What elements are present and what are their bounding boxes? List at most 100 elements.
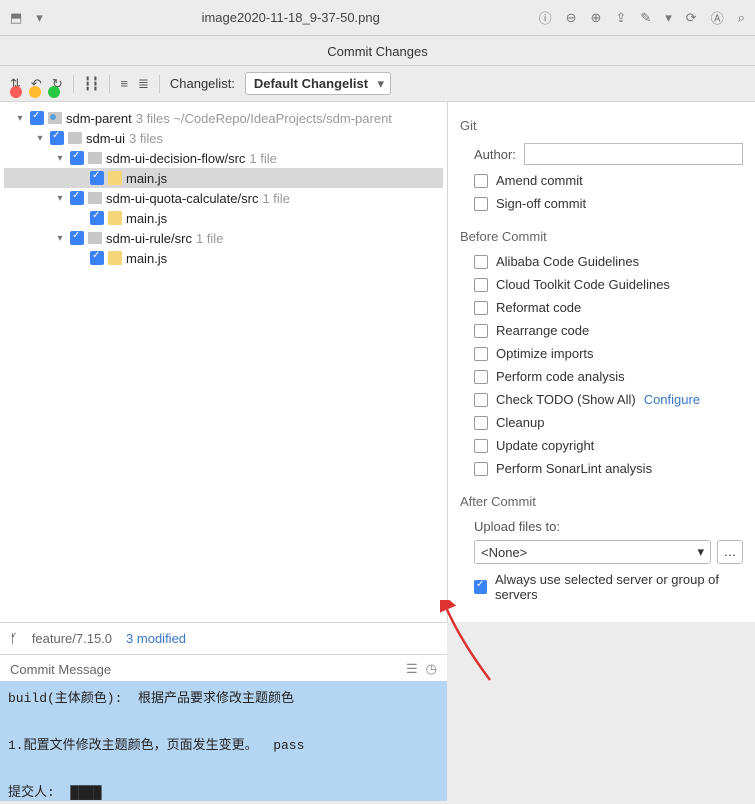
tree-row[interactable]: main.js (4, 248, 443, 268)
traffic-lights[interactable] (0, 78, 70, 106)
after-commit-header: After Commit (460, 494, 743, 509)
tree-row[interactable]: ▾sdm-ui 3 files (4, 128, 443, 148)
tree-row[interactable]: ▾sdm-ui-quota-calculate/src 1 file (4, 188, 443, 208)
markup-icon[interactable]: Ⓐ (711, 8, 724, 27)
commit-msg-insert-icon[interactable]: ☰ (406, 661, 418, 677)
group-by-icon[interactable]: ┇┇ (84, 76, 100, 92)
tree-label: main.js (126, 251, 167, 266)
share-icon[interactable]: ⇪ (615, 10, 626, 26)
tree-row[interactable]: main.js (4, 168, 443, 188)
tree-checkbox[interactable] (50, 131, 64, 145)
before-opt-label: Optimize imports (496, 346, 594, 361)
amend-checkbox[interactable] (474, 174, 488, 188)
before-opt-checkbox[interactable] (474, 416, 488, 430)
before-opt-label: Alibaba Code Guidelines (496, 254, 639, 269)
tree-row[interactable]: ▾ sdm-ui-decision-flow/src 1 file (4, 148, 443, 168)
amend-label: Amend commit (496, 173, 583, 188)
window-title: image2020-11-18_9-37-50.png (53, 10, 529, 25)
before-opt-checkbox[interactable] (474, 462, 488, 476)
commit-options-panel: Git Author: Amend commit Sign-off commit… (447, 102, 755, 622)
dialog-title: Commit Changes (0, 36, 755, 66)
before-opt-label: Perform code analysis (496, 369, 625, 384)
branch-name: feature/7.15.0 (32, 631, 112, 646)
tree-checkbox[interactable] (90, 251, 104, 265)
tree-arrow-icon[interactable]: ▾ (54, 153, 66, 164)
tree-checkbox[interactable] (30, 111, 44, 125)
changelist-label: Changelist: (170, 76, 235, 91)
before-opt-checkbox[interactable] (474, 278, 488, 292)
tree-checkbox[interactable] (70, 191, 84, 205)
commit-msg-history-icon[interactable]: ◷ (426, 661, 437, 677)
zoom-in-icon[interactable]: ⊕ (591, 10, 602, 26)
upload-browse-button[interactable]: … (717, 540, 743, 564)
author-label: Author: (474, 147, 516, 162)
dropdown2-icon[interactable]: ▾ (665, 10, 672, 26)
signoff-label: Sign-off commit (496, 196, 586, 211)
always-server-label: Always use selected server or group of s… (495, 572, 743, 602)
tree-row[interactable]: ▾sdm-ui-rule/src 1 file (4, 228, 443, 248)
configure-link[interactable]: Configure (644, 392, 700, 407)
info-icon[interactable]: ⓘ (539, 8, 552, 27)
branch-icon: ᚶ (10, 631, 18, 646)
maximize-window-icon[interactable] (48, 86, 60, 98)
tree-meta: 1 file (196, 231, 223, 246)
file-icon (108, 171, 122, 185)
rotate-icon[interactable]: ⟳ (686, 10, 697, 26)
before-opt-label: Reformat code (496, 300, 581, 315)
before-opt-checkbox[interactable] (474, 347, 488, 361)
file-icon (108, 211, 122, 225)
git-section-header: Git (460, 118, 743, 133)
commit-toolbar: ⇅ ↶ ↻ ┇┇ ≡ ≣ Changelist: Default Changel… (0, 66, 755, 102)
always-server-checkbox[interactable] (474, 580, 487, 594)
tree-label: main.js (126, 211, 167, 226)
collapse-all-icon[interactable]: ≣ (138, 76, 149, 92)
author-input[interactable] (524, 143, 743, 165)
status-bar: ᚶ feature/7.15.0 3 modified (0, 622, 447, 654)
file-icon (108, 251, 122, 265)
tree-arrow-icon[interactable]: ▾ (54, 233, 66, 244)
folder-icon (88, 152, 102, 164)
close-window-icon[interactable] (10, 86, 22, 98)
signoff-checkbox[interactable] (474, 197, 488, 211)
tree-checkbox[interactable] (90, 211, 104, 225)
before-opt-checkbox[interactable] (474, 370, 488, 384)
tree-checkbox[interactable] (70, 231, 84, 245)
tree-label: sdm-parent (66, 111, 132, 126)
folder-icon (88, 232, 102, 244)
before-opt-checkbox[interactable] (474, 324, 488, 338)
commit-msg-header: Commit Message ☰ ◷ (0, 654, 447, 681)
tree-label: sdm-ui-decision-flow/src (106, 151, 245, 166)
minimize-window-icon[interactable] (29, 86, 41, 98)
upload-select[interactable]: <None>▾ (474, 540, 711, 564)
before-opt-checkbox[interactable] (474, 301, 488, 315)
tree-row[interactable]: main.js (4, 208, 443, 228)
folder-icon (68, 132, 82, 144)
tree-meta: 3 files (129, 131, 163, 146)
commit-msg-textarea[interactable]: build(主体颜色): 根据产品要求修改主题颜色 1.配置文件修改主题颜色，页… (0, 681, 447, 801)
dropdown-icon[interactable]: ▾ (36, 10, 43, 26)
tree-checkbox[interactable] (70, 151, 84, 165)
main-panel: ▾sdm-parent 3 files ~/CodeRepo/IdeaProje… (0, 102, 755, 622)
tree-row[interactable]: ▾sdm-parent 3 files ~/CodeRepo/IdeaProje… (4, 108, 443, 128)
tree-meta: 1 file (249, 151, 276, 166)
expand-all-icon[interactable]: ≡ (120, 76, 128, 91)
edit-icon[interactable]: ✎ (640, 10, 651, 26)
tree-checkbox[interactable] (90, 171, 104, 185)
modified-count[interactable]: 3 modified (126, 631, 186, 646)
before-opt-label: Check TODO (Show All) (496, 392, 636, 407)
before-opt-checkbox[interactable] (474, 255, 488, 269)
before-opt-label: Cleanup (496, 415, 544, 430)
sidebar-toggle-icon[interactable]: ⬒ (10, 10, 22, 26)
before-opt-checkbox[interactable] (474, 393, 488, 407)
zoom-out-icon[interactable]: ⊖ (566, 10, 577, 26)
before-opt-label: Perform SonarLint analysis (496, 461, 652, 476)
folder-icon (88, 192, 102, 204)
before-opt-checkbox[interactable] (474, 439, 488, 453)
tree-meta: 1 file (262, 191, 289, 206)
tree-arrow-icon[interactable]: ▾ (34, 133, 46, 144)
tree-arrow-icon[interactable]: ▾ (54, 193, 66, 204)
tree-arrow-icon[interactable]: ▾ (14, 113, 26, 124)
tree-label: main.js (126, 171, 167, 186)
search-icon[interactable]: ⌕ (738, 10, 745, 26)
changelist-select[interactable]: Default Changelist (245, 72, 391, 95)
